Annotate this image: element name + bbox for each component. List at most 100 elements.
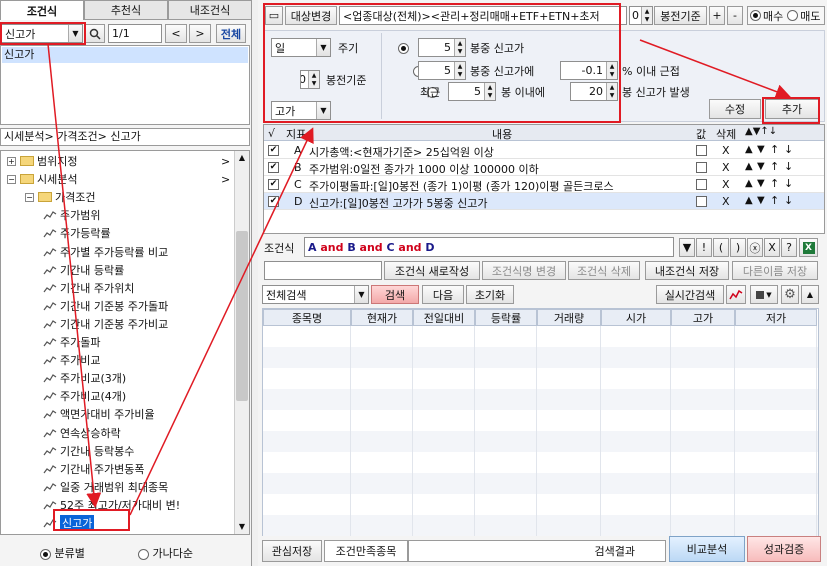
condition-name-input[interactable] — [264, 261, 382, 280]
realtime-search-button[interactable]: 실시간검색 — [656, 285, 724, 304]
save-condition-button[interactable]: 내조건식 저장 — [645, 261, 729, 280]
change-target-button[interactable]: 대상변경 — [285, 6, 337, 25]
move-up-icon[interactable]: ▲ — [745, 144, 753, 155]
tab-recommend[interactable]: 추천식 — [84, 0, 168, 20]
target-bong-stepper[interactable]: 0 ▲ ▼ — [629, 6, 653, 25]
plus-button[interactable]: + — [709, 6, 725, 25]
result-row[interactable] — [263, 410, 818, 431]
new-condition-button[interactable]: 조건식 새로작성 — [384, 261, 480, 280]
tree-item[interactable]: 주가돌파 — [1, 333, 100, 351]
result-column-header[interactable]: 종목명 — [263, 309, 351, 326]
value-checkbox[interactable] — [696, 196, 707, 207]
sell-radio[interactable] — [787, 10, 799, 21]
tree-item[interactable]: 기간내 등락률 — [1, 261, 124, 279]
option2-pct-stepper[interactable]: -0.1 ▲ ▼ — [560, 61, 618, 80]
option2-stepper[interactable]: 5 ▲ ▼ — [418, 61, 466, 80]
move-bottom-icon[interactable]: ↓ — [784, 194, 793, 207]
chevron-down-icon[interactable]: ▼ — [354, 286, 368, 303]
tree-item[interactable]: 기간내 주가변동폭 — [1, 460, 144, 478]
tree-item[interactable]: 주가비교(4개) — [1, 387, 126, 405]
view-options-button[interactable]: ▼ — [750, 285, 778, 304]
all-button[interactable]: 전체 — [216, 24, 246, 43]
move-down-icon[interactable]: ▼ — [757, 195, 765, 206]
result-row[interactable] — [263, 452, 818, 473]
next-button[interactable]: > — [189, 24, 211, 43]
tree-item[interactable]: 주가별 주가등락률 비교 — [1, 243, 168, 261]
delete-icon[interactable]: X — [722, 195, 730, 208]
option3-stepper[interactable]: 5 ▲ ▼ — [448, 82, 496, 101]
excel-button[interactable]: X — [799, 238, 818, 257]
search-mode-select[interactable]: 전체검색 ▼ — [262, 285, 369, 304]
move-up-icon[interactable]: ▲ — [745, 195, 753, 206]
delete-icon[interactable]: X — [722, 178, 730, 191]
move-up-icon[interactable]: ▲ — [745, 178, 753, 189]
bong-basis-button[interactable]: 봉전기준 — [654, 6, 707, 25]
chart-button[interactable] — [726, 285, 746, 304]
formula-tool-button[interactable]: ( — [713, 238, 729, 257]
add-button[interactable]: 추가 — [765, 99, 819, 119]
minus-button[interactable]: - — [727, 6, 743, 25]
spin-icon[interactable]: ▲ ▼ — [454, 62, 465, 79]
value-checkbox[interactable] — [696, 145, 707, 156]
spin-icon[interactable]: ▲ ▼ — [308, 71, 319, 88]
spin-icon[interactable]: ▲ ▼ — [454, 39, 465, 56]
tree-item[interactable]: 주가비교 — [1, 351, 100, 369]
condition-checkbox[interactable]: ✔ — [268, 162, 279, 173]
move-top-icon[interactable]: ↑ — [770, 160, 779, 173]
condition-checkbox[interactable]: ✔ — [268, 179, 279, 190]
tree-item[interactable]: 기간내 기준봉 주가돌파 — [1, 297, 168, 315]
move-bottom-icon[interactable]: ↓ — [784, 143, 793, 156]
tree-item[interactable]: 연속상승하락 — [1, 424, 121, 442]
tree-item[interactable]: 기간내 주가위치 — [1, 279, 134, 297]
result-row[interactable] — [263, 326, 818, 347]
formula-tool-button[interactable]: ⓧ — [747, 238, 763, 257]
search-button[interactable] — [85, 24, 105, 43]
chevron-down-icon[interactable]: ▼ — [316, 39, 330, 56]
condition-row[interactable]: ✔ C 주가이평돌파:[일]0봉전 (종가 1)이평 (종가 120)이평 골든크로… — [264, 176, 824, 193]
result-row[interactable] — [263, 347, 818, 368]
tree-item[interactable]: 액면가대비 주가비율 — [1, 405, 155, 423]
condition-row[interactable]: ✔ B 주가범위:0일전 종가가 1000 이상 100000 이하 X ▲ ▼ ↑ ↓ — [264, 159, 824, 176]
sort-option-alpha[interactable]: 가나다순 — [138, 545, 193, 561]
formula-tool-button[interactable]: X — [764, 238, 780, 257]
prev-button[interactable]: < — [165, 24, 187, 43]
run-search-button[interactable]: 검색 — [371, 285, 419, 304]
price-type-select[interactable]: 고가 ▼ — [271, 101, 331, 120]
delete-icon[interactable]: X — [722, 144, 730, 157]
tab-my-condition[interactable]: 내조건식 — [168, 0, 252, 20]
spin-icon[interactable]: ▲ ▼ — [484, 83, 495, 100]
move-up-icon[interactable]: ▲ — [745, 161, 753, 172]
move-down-icon[interactable]: ▼ — [757, 144, 765, 155]
settings-button[interactable]: ⚙ — [781, 285, 799, 304]
tree-item[interactable]: 일중 거래범위 최대종목 — [1, 478, 168, 496]
formula-tool-button[interactable]: ? — [781, 238, 797, 257]
formula-tool-button[interactable]: ) — [730, 238, 746, 257]
move-top-icon[interactable]: ↑ — [770, 177, 779, 190]
expand-icon[interactable]: + — [7, 156, 16, 166]
result-column-header[interactable]: 등락률 — [475, 309, 537, 326]
buy-radio[interactable] — [750, 10, 761, 21]
delete-condition-button[interactable]: 조건식 삭제 — [568, 261, 640, 280]
move-top-icon[interactable]: ↑ — [770, 194, 779, 207]
collapse-icon[interactable]: − — [7, 174, 16, 184]
result-column-header[interactable]: 거래량 — [537, 309, 601, 326]
search-input[interactable]: 신고가 ▼ — [1, 24, 83, 43]
tree-item[interactable]: 기간내 등락봉수 — [1, 442, 134, 460]
window-toggle-icon[interactable]: ▭ — [265, 6, 283, 25]
result-column-header[interactable]: 전일대비 — [413, 309, 475, 326]
tab-condition[interactable]: 조건식 — [0, 0, 84, 20]
formula-input[interactable]: A and B and C and D — [304, 237, 674, 257]
reset-button[interactable]: 초기화 — [466, 285, 514, 304]
move-bottom-icon[interactable]: ↓ — [784, 160, 793, 173]
result-row[interactable] — [263, 515, 818, 536]
tree-item[interactable]: 신고가 — [1, 514, 95, 532]
value-checkbox[interactable] — [696, 162, 707, 173]
chevron-up-icon[interactable]: ▲ — [235, 151, 249, 165]
compare-button[interactable]: 비교분석 — [669, 536, 745, 562]
spin-icon[interactable]: ▲ ▼ — [606, 62, 617, 79]
chevron-down-icon[interactable]: ▼ — [316, 102, 330, 119]
save-as-button[interactable]: 다른이름 저장 — [732, 261, 818, 280]
move-top-icon[interactable]: ↑ — [770, 143, 779, 156]
result-column-header[interactable]: 저가 — [735, 309, 817, 326]
option1-stepper[interactable]: 5 ▲ ▼ — [418, 38, 466, 57]
